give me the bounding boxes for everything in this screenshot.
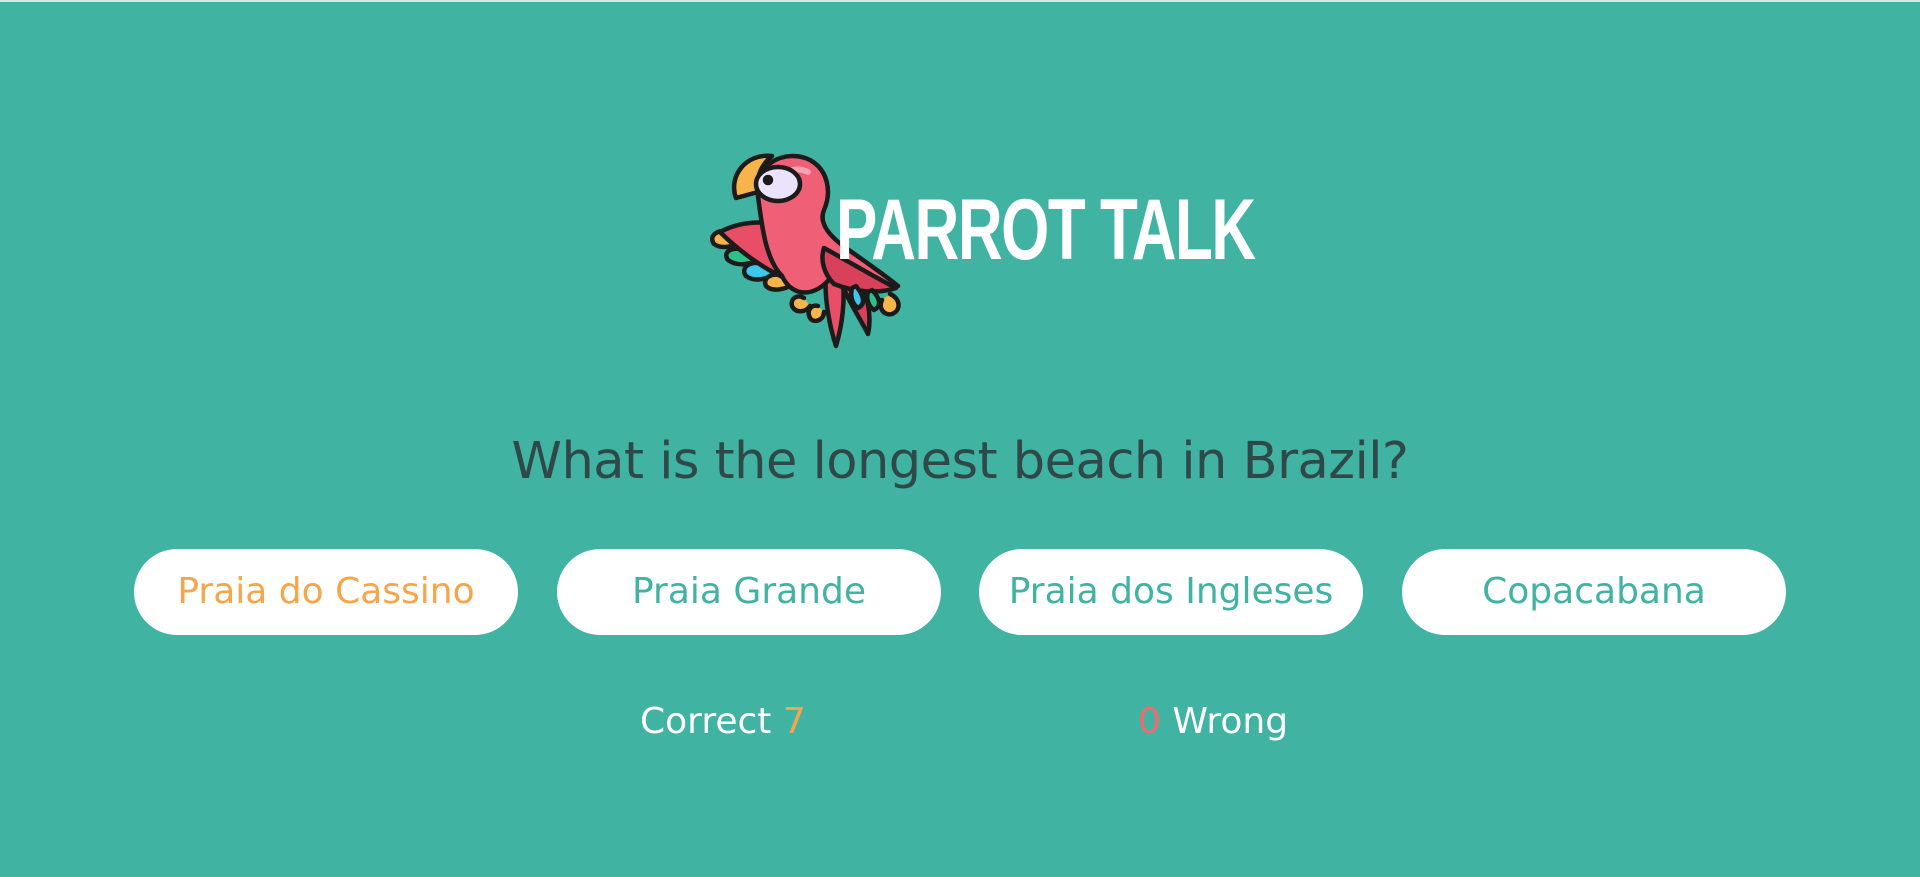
correct-label: Correct bbox=[640, 701, 772, 742]
wrong-score: 0 Wrong bbox=[1138, 692, 1288, 752]
wrong-count: 0 bbox=[1138, 701, 1161, 742]
wrong-label: Wrong bbox=[1172, 701, 1289, 742]
quiz-question: What is the longest beach in Brazil? bbox=[511, 432, 1409, 491]
answer-button-2[interactable]: Praia Grande bbox=[557, 549, 941, 635]
correct-count: 7 bbox=[782, 701, 806, 742]
answer-button-4[interactable]: Copacabana bbox=[1402, 549, 1786, 635]
answer-button-3[interactable]: Praia dos Ingleses bbox=[979, 549, 1363, 635]
app-header: PARROT TALK bbox=[0, 2, 1920, 362]
app-title: PARROT TALK bbox=[836, 182, 1256, 278]
answer-button-1[interactable]: Praia do Cassino bbox=[134, 549, 518, 635]
answer-options: Praia do Cassino Praia Grande Praia dos … bbox=[134, 549, 1786, 635]
correct-score: Correct 7 bbox=[640, 692, 806, 752]
